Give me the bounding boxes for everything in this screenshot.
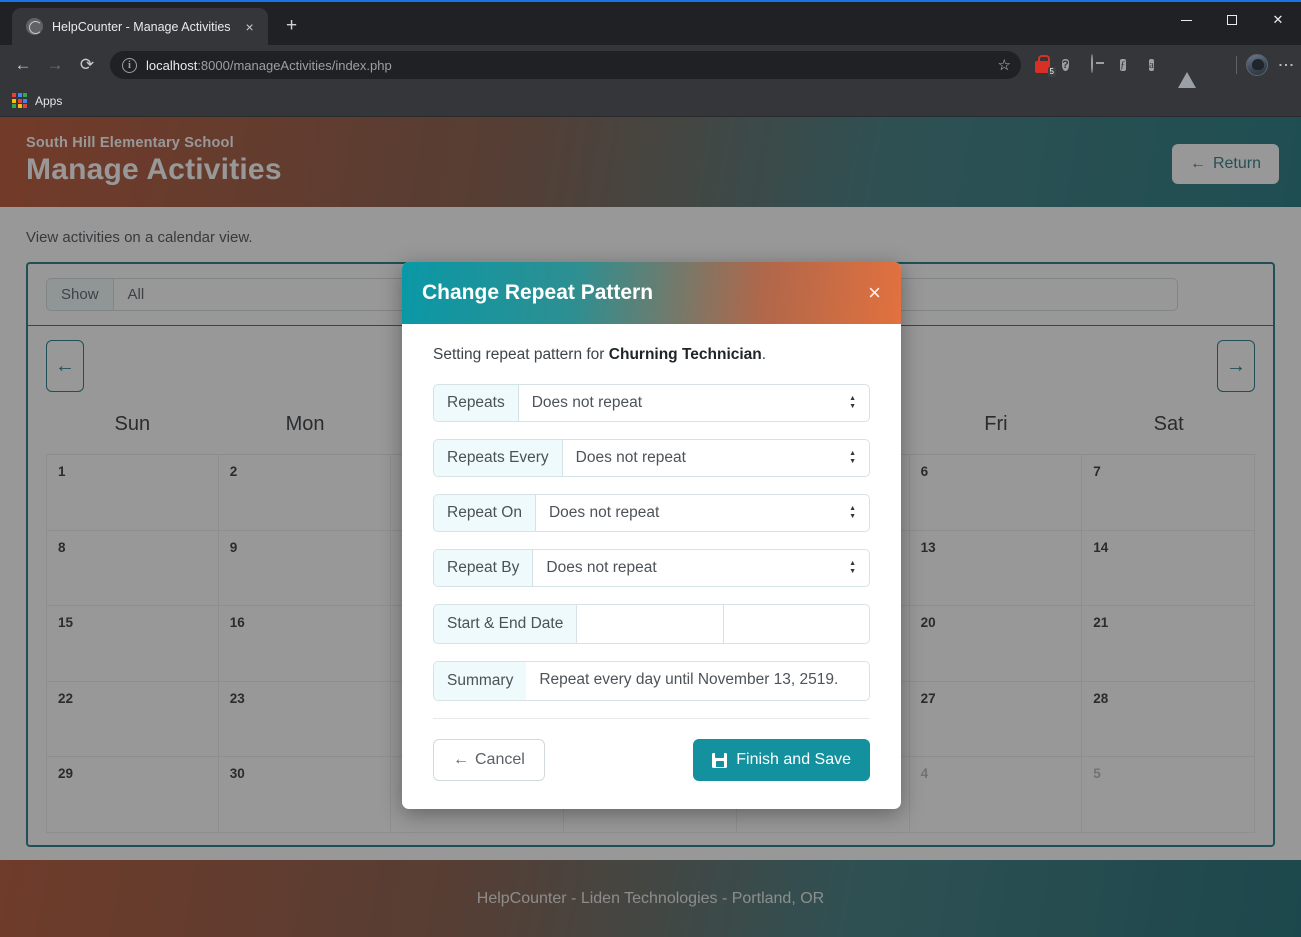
modal-footer: ← Cancel Finish and Save [433, 718, 870, 809]
repeat-by-label: Repeat By [433, 549, 533, 587]
window-close-button[interactable]: ✕ [1255, 0, 1301, 40]
start-end-date-label: Start & End Date [433, 604, 577, 644]
toolbar-divider [1236, 56, 1237, 74]
chrome-menu-icon[interactable]: ⋮ [1277, 57, 1294, 73]
reload-button[interactable]: ⟳ [72, 50, 102, 80]
browser-titlebar: HelpCounter - Manage Activities × + ✕ [0, 0, 1301, 45]
repeats-select[interactable]: Does not repeat ▲ ▼ [517, 384, 870, 422]
start-end-date-row: Start & End Date [433, 604, 870, 644]
chevron-updown-icon: ▲ ▼ [849, 505, 856, 520]
repeat-by-row: Repeat By Does not repeat ▲ ▼ [433, 549, 870, 587]
intro-suffix: . [761, 346, 767, 363]
summary-label: Summary [433, 661, 527, 701]
address-bar[interactable]: i localhost:8000/manageActivities/index.… [110, 51, 1021, 79]
modal-header: Change Repeat Pattern × [402, 262, 901, 324]
maximize-icon [1227, 15, 1237, 25]
intro-prefix: Setting repeat pattern for [433, 346, 609, 363]
start-date-input[interactable] [576, 604, 724, 644]
browser-toolbar: ← → ⟳ i localhost:8000/manageActivities/… [0, 45, 1301, 88]
repeat-on-row: Repeat On Does not repeat ▲ ▼ [433, 494, 870, 532]
tab-close-icon[interactable]: × [240, 17, 260, 37]
repeat-on-label: Repeat On [433, 494, 535, 532]
repeats-every-label: Repeats Every [433, 439, 562, 477]
repeats-label: Repeats [433, 384, 518, 422]
save-icon [712, 752, 728, 768]
repeat-on-select[interactable]: Does not repeat ▲ ▼ [534, 494, 870, 532]
favicon-icon [26, 18, 43, 35]
repeats-every-select[interactable]: Does not repeat ▲ ▼ [561, 439, 870, 477]
bookmarks-bar: Apps [0, 85, 1301, 117]
summary-row: Summary Repeat every day until November … [433, 661, 870, 701]
extension-icons: 5 ? ƒ a ⋮ [1029, 54, 1294, 88]
cancel-button-label: Cancel [475, 751, 525, 768]
tab-title: HelpCounter - Manage Activities [52, 19, 231, 34]
repeat-by-select[interactable]: Does not repeat ▲ ▼ [532, 549, 870, 587]
back-arrow-icon: ← [453, 751, 469, 768]
password-lock-icon[interactable]: 5 [1033, 55, 1056, 77]
drive-triangle-icon[interactable] [1178, 55, 1198, 88]
url-path: :8000/manageActivities/index.php [197, 57, 392, 73]
end-date-input[interactable] [723, 604, 870, 644]
apps-grid-icon[interactable] [12, 93, 27, 108]
shield-help-icon[interactable]: ? [1062, 55, 1082, 75]
site-info-icon[interactable]: i [122, 57, 137, 73]
modal-intro: Setting repeat pattern for Churning Tech… [433, 346, 870, 364]
shopping-bag-icon[interactable]: a [1149, 55, 1169, 75]
repeats-value: Does not repeat [531, 394, 643, 411]
repeats-every-row: Repeats Every Does not repeat ▲ ▼ [433, 439, 870, 477]
back-button[interactable]: ← [8, 50, 38, 80]
window-controls: ✕ [1163, 0, 1301, 40]
modal-body: Setting repeat pattern for Churning Tech… [402, 324, 901, 701]
summary-value: Repeat every day until November 13, 2519… [526, 661, 870, 701]
chevron-updown-icon: ▲ ▼ [849, 395, 856, 410]
minimize-icon [1180, 19, 1192, 21]
intro-subject: Churning Technician [608, 346, 762, 363]
url-host: localhost [146, 57, 198, 73]
repeats-row: Repeats Does not repeat ▲ ▼ [433, 384, 870, 422]
browser-window: HelpCounter - Manage Activities × + ✕ ← … [0, 0, 1301, 937]
window-accent-bar [0, 0, 1301, 2]
modal-close-icon[interactable]: × [868, 282, 881, 304]
repeats-every-value: Does not repeat [575, 449, 686, 466]
new-tab-button[interactable]: + [278, 13, 306, 41]
window-minimize-button[interactable] [1163, 0, 1209, 40]
repeat-on-value: Does not repeat [548, 504, 660, 521]
bookmark-star-icon[interactable]: ☆ [998, 56, 1015, 74]
change-repeat-pattern-dialog: Change Repeat Pattern × Setting repeat p… [402, 262, 901, 809]
finish-and-save-button[interactable]: Finish and Save [693, 739, 870, 781]
cancel-button[interactable]: ← Cancel [433, 739, 545, 781]
page-viewport: South Hill Elementary School Manage Acti… [0, 117, 1301, 937]
repeat-by-value: Does not repeat [546, 559, 657, 576]
modal-title: Change Repeat Pattern [422, 281, 654, 304]
handshake-extension-icon[interactable]: ƒ [1120, 55, 1140, 75]
browser-tab[interactable]: HelpCounter - Manage Activities × [12, 8, 268, 45]
bookmark-apps-label[interactable]: Apps [35, 94, 62, 108]
url-text: localhost:8000/manageActivities/index.ph… [146, 58, 989, 73]
lock-badge-count: 5 [1047, 67, 1056, 77]
save-button-label: Finish and Save [736, 751, 851, 768]
window-maximize-button[interactable] [1209, 0, 1255, 40]
forward-button[interactable]: → [40, 50, 70, 80]
green-status-icon[interactable] [1207, 55, 1227, 75]
chevron-updown-icon: ▲ ▼ [849, 450, 856, 465]
profile-avatar[interactable] [1246, 54, 1268, 76]
clock-history-icon[interactable] [1091, 54, 1111, 75]
chevron-updown-icon: ▲ ▼ [849, 560, 856, 575]
